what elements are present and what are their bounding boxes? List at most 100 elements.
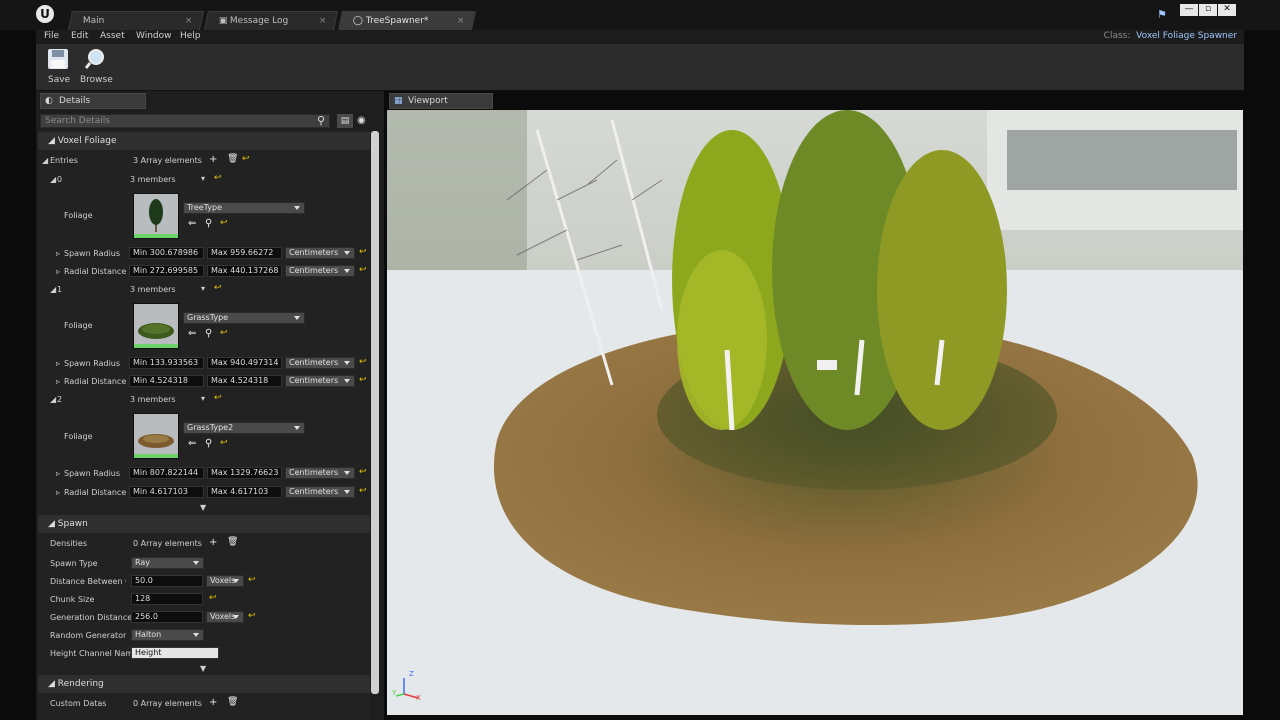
spawn-radius-min-field[interactable]: Min 300.678986: [129, 247, 204, 259]
reset-icon[interactable]: ↩: [214, 283, 222, 293]
reset-icon[interactable]: ↩: [214, 393, 222, 403]
radial-distance-min-field[interactable]: Min 272.699585: [129, 265, 204, 277]
reset-icon[interactable]: ↩: [220, 328, 228, 338]
reset-icon[interactable]: ↩: [359, 467, 367, 477]
maximize-icon[interactable]: ▫: [1199, 4, 1217, 16]
reset-icon[interactable]: ↩: [214, 173, 222, 183]
expand-arrow-icon[interactable]: ▹: [56, 377, 60, 386]
expand-advanced-icon[interactable]: ▼: [200, 503, 206, 512]
browse-asset-icon[interactable]: ⚲: [205, 218, 212, 229]
radial-distance-unit-dropdown[interactable]: Centimeters: [285, 375, 355, 387]
save-button[interactable]: Save: [44, 48, 72, 88]
spawn-radius-unit-dropdown[interactable]: Centimeters: [285, 357, 355, 369]
foliage-thumbnail[interactable]: [133, 413, 179, 459]
menu-help[interactable]: Help: [180, 31, 201, 41]
search-details-input[interactable]: Search Details: [40, 114, 330, 128]
expand-advanced-icon[interactable]: ▼: [200, 664, 206, 673]
chevron-down-icon[interactable]: ▾: [201, 394, 205, 403]
reset-icon[interactable]: ↩: [359, 265, 367, 275]
entry-expander[interactable]: ◢: [50, 395, 56, 404]
close-icon[interactable]: ×: [185, 12, 193, 30]
view-options-icon[interactable]: ▤: [337, 114, 353, 128]
chevron-down-icon[interactable]: ▾: [201, 284, 205, 293]
browse-button[interactable]: Browse: [78, 48, 113, 88]
spawn-radius-unit-dropdown[interactable]: Centimeters: [285, 467, 355, 479]
spawn-radius-max-field[interactable]: Max 940.497314: [207, 357, 282, 369]
radial-distance-min-field[interactable]: Min 4.617103: [129, 486, 204, 498]
menu-edit[interactable]: Edit: [71, 31, 88, 41]
random-generator-dropdown[interactable]: Halton: [131, 629, 204, 641]
browse-asset-icon[interactable]: ⚲: [205, 328, 212, 339]
section-spawn[interactable]: ◢ Spawn: [38, 515, 370, 533]
height-channel-field[interactable]: Height: [131, 647, 219, 659]
trash-icon[interactable]: 🗑: [227, 154, 238, 164]
details-scrollbar[interactable]: [371, 131, 379, 694]
use-selected-icon[interactable]: ⇐: [188, 218, 196, 229]
radial-distance-max-field[interactable]: Max 440.137268: [207, 265, 282, 277]
tab-treespawner[interactable]: ◯ TreeSpawner* ×: [337, 11, 477, 30]
minimize-icon[interactable]: —: [1180, 4, 1198, 16]
expand-arrow-icon[interactable]: ▹: [56, 359, 60, 368]
reset-icon[interactable]: ↩: [209, 593, 217, 603]
spawn-radius-max-field[interactable]: Max 959.66272: [207, 247, 282, 259]
radial-distance-unit-dropdown[interactable]: Centimeters: [285, 265, 355, 277]
entries-expander[interactable]: ◢: [42, 156, 48, 165]
reset-icon[interactable]: ↩: [359, 486, 367, 496]
foliage-thumbnail[interactable]: [133, 193, 179, 239]
section-rendering[interactable]: ◢ Rendering: [38, 675, 370, 693]
reset-icon[interactable]: ↩: [359, 375, 367, 385]
tab-main[interactable]: Main ×: [67, 11, 205, 30]
spawn-radius-max-field[interactable]: Max 1329.76623: [207, 467, 282, 479]
expand-arrow-icon[interactable]: ▹: [56, 469, 60, 478]
distance-unit-dropdown[interactable]: Voxels: [206, 575, 244, 587]
chevron-down-icon[interactable]: ▾: [201, 174, 205, 183]
chunk-size-field[interactable]: 128: [131, 593, 203, 605]
viewport-canvas[interactable]: Z X Y: [387, 110, 1243, 715]
menu-asset[interactable]: Asset: [100, 31, 125, 41]
unreal-logo-icon[interactable]: U: [36, 5, 54, 23]
generation-unit-dropdown[interactable]: Voxels: [206, 611, 244, 623]
expand-arrow-icon[interactable]: ▹: [56, 267, 60, 276]
expand-arrow-icon[interactable]: ▹: [56, 488, 60, 497]
spawn-radius-min-field[interactable]: Min 133.933563: [129, 357, 204, 369]
menu-window[interactable]: Window: [136, 31, 172, 41]
radial-distance-min-field[interactable]: Min 4.524318: [129, 375, 204, 387]
tab-message-log[interactable]: ▣ Message Log ×: [203, 11, 339, 30]
notification-icon[interactable]: ⚑: [1157, 8, 1167, 21]
foliage-type-dropdown[interactable]: GrassType: [183, 312, 305, 324]
reset-icon[interactable]: ↩: [242, 154, 250, 164]
reset-icon[interactable]: ↩: [248, 611, 256, 621]
eye-icon[interactable]: ◉: [357, 115, 366, 126]
tab-viewport[interactable]: ▦ Viewport: [389, 93, 493, 109]
foliage-type-dropdown[interactable]: GrassType2: [183, 422, 305, 434]
radial-distance-max-field[interactable]: Max 4.524318: [207, 375, 282, 387]
generation-distance-field[interactable]: 256.0: [131, 611, 203, 623]
section-voxel-foliage[interactable]: ◢ Voxel Foliage: [38, 132, 370, 150]
reset-icon[interactable]: ↩: [220, 438, 228, 448]
use-selected-icon[interactable]: ⇐: [188, 438, 196, 449]
menu-file[interactable]: File: [44, 31, 59, 41]
tab-details[interactable]: ◐ Details: [40, 93, 146, 109]
reset-icon[interactable]: ↩: [248, 575, 256, 585]
reset-icon[interactable]: ↩: [359, 247, 367, 257]
browse-asset-icon[interactable]: ⚲: [205, 438, 212, 449]
reset-icon[interactable]: ↩: [220, 218, 228, 228]
entry-expander[interactable]: ◢: [50, 175, 56, 184]
foliage-thumbnail[interactable]: [133, 303, 179, 349]
trash-icon[interactable]: 🗑: [227, 697, 238, 707]
search-icon[interactable]: ⚲: [317, 114, 325, 127]
entry-expander[interactable]: ◢: [50, 285, 56, 294]
add-element-icon[interactable]: +: [209, 697, 217, 708]
spawn-radius-min-field[interactable]: Min 807.822144: [129, 467, 204, 479]
add-element-icon[interactable]: +: [209, 154, 217, 165]
trash-icon[interactable]: 🗑: [227, 537, 238, 547]
radial-distance-max-field[interactable]: Max 4.617103: [207, 486, 282, 498]
use-selected-icon[interactable]: ⇐: [188, 328, 196, 339]
spawn-type-dropdown[interactable]: Ray: [131, 557, 204, 569]
close-window-icon[interactable]: ✕: [1218, 4, 1236, 16]
add-element-icon[interactable]: +: [209, 537, 217, 548]
close-icon[interactable]: ×: [457, 12, 465, 30]
foliage-type-dropdown[interactable]: TreeType: [183, 202, 305, 214]
reset-icon[interactable]: ↩: [359, 357, 367, 367]
spawn-radius-unit-dropdown[interactable]: Centimeters: [285, 247, 355, 259]
